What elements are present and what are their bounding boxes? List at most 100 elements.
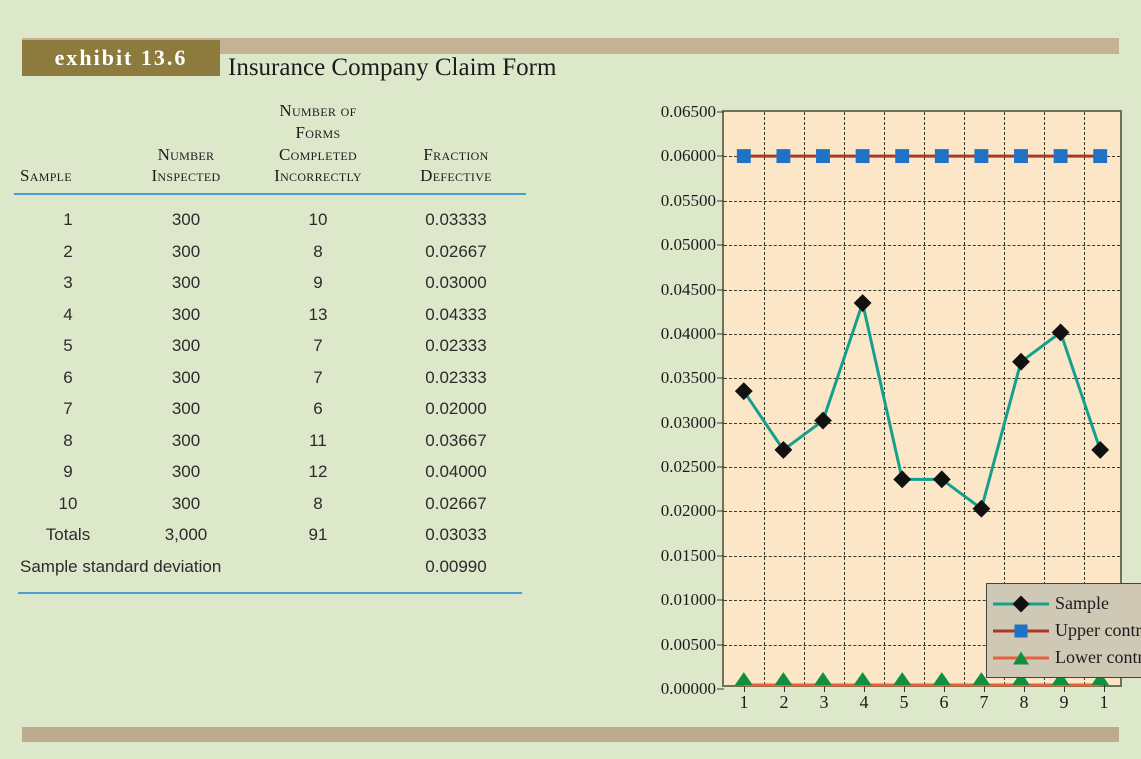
- cell-std-dev-label: Sample standard deviation: [20, 557, 222, 577]
- col-header-forms-line3: Completed: [278, 144, 358, 164]
- cell-inspected: 300: [171, 210, 201, 229]
- cell-std-dev-value: 0.00990: [425, 557, 487, 577]
- x-axis-label: 2: [779, 692, 789, 712]
- chart-legend: Sample Upper control limit Lower control…: [986, 583, 1141, 678]
- y-axis-label: 0.02000: [660, 501, 716, 521]
- x-axis-label: 5: [899, 692, 909, 712]
- diamond-marker-icon: [1012, 595, 1030, 612]
- y-axis-label: 0.01000: [660, 590, 716, 610]
- cell-fraction: 0.03667: [425, 430, 487, 450]
- cell-sample: 10: [58, 493, 78, 513]
- series-line: [742, 297, 1102, 512]
- table-row: 5 300 7 0.02333: [14, 330, 526, 362]
- table-bottom-rule-row: [14, 583, 526, 604]
- table-row: 6 300 7 0.02333: [14, 362, 526, 394]
- y-axis-label: 0.00500: [660, 634, 716, 654]
- y-axis-label: 0.06500: [660, 102, 716, 121]
- cell-fraction: 0.04000: [425, 462, 487, 482]
- y-axis-label: 0.05000: [660, 235, 716, 255]
- data-point-square: [776, 149, 791, 164]
- data-point-triangle: [932, 672, 951, 685]
- y-axis-tick: [717, 599, 724, 601]
- table-bottom-rule-cell: [14, 583, 526, 604]
- cell-incorrect: 7: [313, 336, 323, 356]
- cell-incorrect: 9: [313, 273, 323, 293]
- cell-sample: 5: [63, 336, 73, 356]
- y-axis-tick: [717, 422, 724, 424]
- cell-fraction: 0.04333: [425, 304, 487, 324]
- data-point-square: [1014, 149, 1028, 164]
- legend-item-sample: Sample: [993, 590, 1141, 617]
- x-axis-tick: [1104, 685, 1105, 692]
- cell-sample: 4: [63, 304, 73, 324]
- y-axis-tick: [717, 510, 724, 512]
- y-axis-tick: [717, 333, 724, 335]
- cell-incorrect: 7: [313, 367, 323, 387]
- y-axis-tick: [717, 688, 724, 690]
- col-header-fraction-line2: Defective: [420, 166, 492, 186]
- cell-inspected: 300: [171, 336, 201, 356]
- data-point-diamond: [734, 382, 753, 401]
- cell-incorrect: 12: [308, 462, 328, 482]
- cell-totals-inspected: 3,000: [164, 525, 208, 545]
- legend-item-lcl: Lower control limit: [993, 644, 1141, 671]
- col-header-forms-line4: Incorrectly: [274, 166, 362, 186]
- table-header-rule-cell: [14, 189, 526, 198]
- cell-incorrect: 13: [308, 304, 328, 324]
- cell-inspected: 300: [171, 273, 201, 293]
- legend-label-ucl: Upper control limit: [1055, 620, 1141, 640]
- y-axis-label: 0.04500: [660, 279, 716, 299]
- cell-sample: 2: [63, 241, 73, 261]
- cell-inspected: 300: [171, 367, 201, 387]
- data-point-triangle: [734, 672, 753, 685]
- table-body: 1 300 10 0.03333 2 300 8 0.02667 3 300 9 0.03000 4 30…: [14, 198, 526, 604]
- data-point-square: [934, 149, 949, 164]
- table-row-totals: Totals 3,000 91 0.03033: [14, 519, 526, 551]
- legend-key-sample: [993, 594, 1049, 614]
- y-axis-tick: [717, 200, 724, 202]
- col-header-forms-line2: Forms: [295, 122, 341, 142]
- table-row: 8 300 11 0.03667: [14, 425, 526, 457]
- cell-sample: 7: [63, 399, 73, 419]
- cell-incorrect: 6: [313, 399, 323, 419]
- data-point-square: [895, 149, 910, 164]
- x-axis-label: 8: [1019, 692, 1029, 712]
- cell-sample: 9: [63, 462, 73, 482]
- exhibit-tag-label: exhibit 13.6: [54, 45, 188, 70]
- table-bottom-rule: [18, 592, 522, 595]
- col-header-sample: Sample: [14, 100, 122, 189]
- triangle-marker-icon: [1013, 651, 1029, 664]
- bottom-decorative-bar: [22, 727, 1119, 742]
- x-axis-label: 3: [819, 692, 829, 712]
- data-point-square: [1053, 149, 1068, 164]
- y-axis-label: 0.04000: [660, 323, 716, 343]
- cell-fraction: 0.02000: [425, 399, 487, 419]
- y-axis-tick: [717, 644, 724, 646]
- table-row: 2 300 8 0.02667: [14, 236, 526, 268]
- y-axis-tick: [717, 466, 724, 468]
- y-axis-label: 0.03000: [660, 412, 716, 432]
- cell-totals-incorrect: 91: [308, 525, 328, 545]
- x-axis-label: 7: [979, 692, 989, 712]
- y-axis-label: 0.01500: [660, 545, 716, 565]
- cell-inspected: 300: [171, 430, 201, 450]
- table-row: 1 300 10 0.03333: [14, 198, 526, 236]
- x-axis-label: 1: [739, 692, 749, 712]
- col-header-inspected-line1: Number: [157, 144, 215, 164]
- claim-form-table: Sample Number Inspected Number of Forms …: [14, 100, 526, 604]
- cell-incorrect: 10: [308, 210, 328, 229]
- col-header-fraction-defective: Fraction Defective: [386, 100, 526, 189]
- exhibit-page: exhibit 13.6 Insurance Company Claim For…: [0, 0, 1141, 759]
- legend-key-ucl: [993, 621, 1049, 641]
- x-axis-label: 4: [859, 692, 869, 712]
- legend-label-sample: Sample: [1055, 593, 1109, 613]
- table-row: 9 300 12 0.04000: [14, 456, 526, 488]
- cell-fraction: 0.02667: [425, 241, 487, 261]
- y-axis-tick: [717, 555, 724, 557]
- y-axis-label: 0.02500: [660, 457, 716, 477]
- data-point-square: [1093, 149, 1108, 164]
- cell-sample: 8: [63, 430, 73, 450]
- data-point-square: [816, 149, 830, 164]
- x-axis-label: 6: [939, 692, 949, 712]
- y-axis-label: 0.05500: [660, 190, 716, 210]
